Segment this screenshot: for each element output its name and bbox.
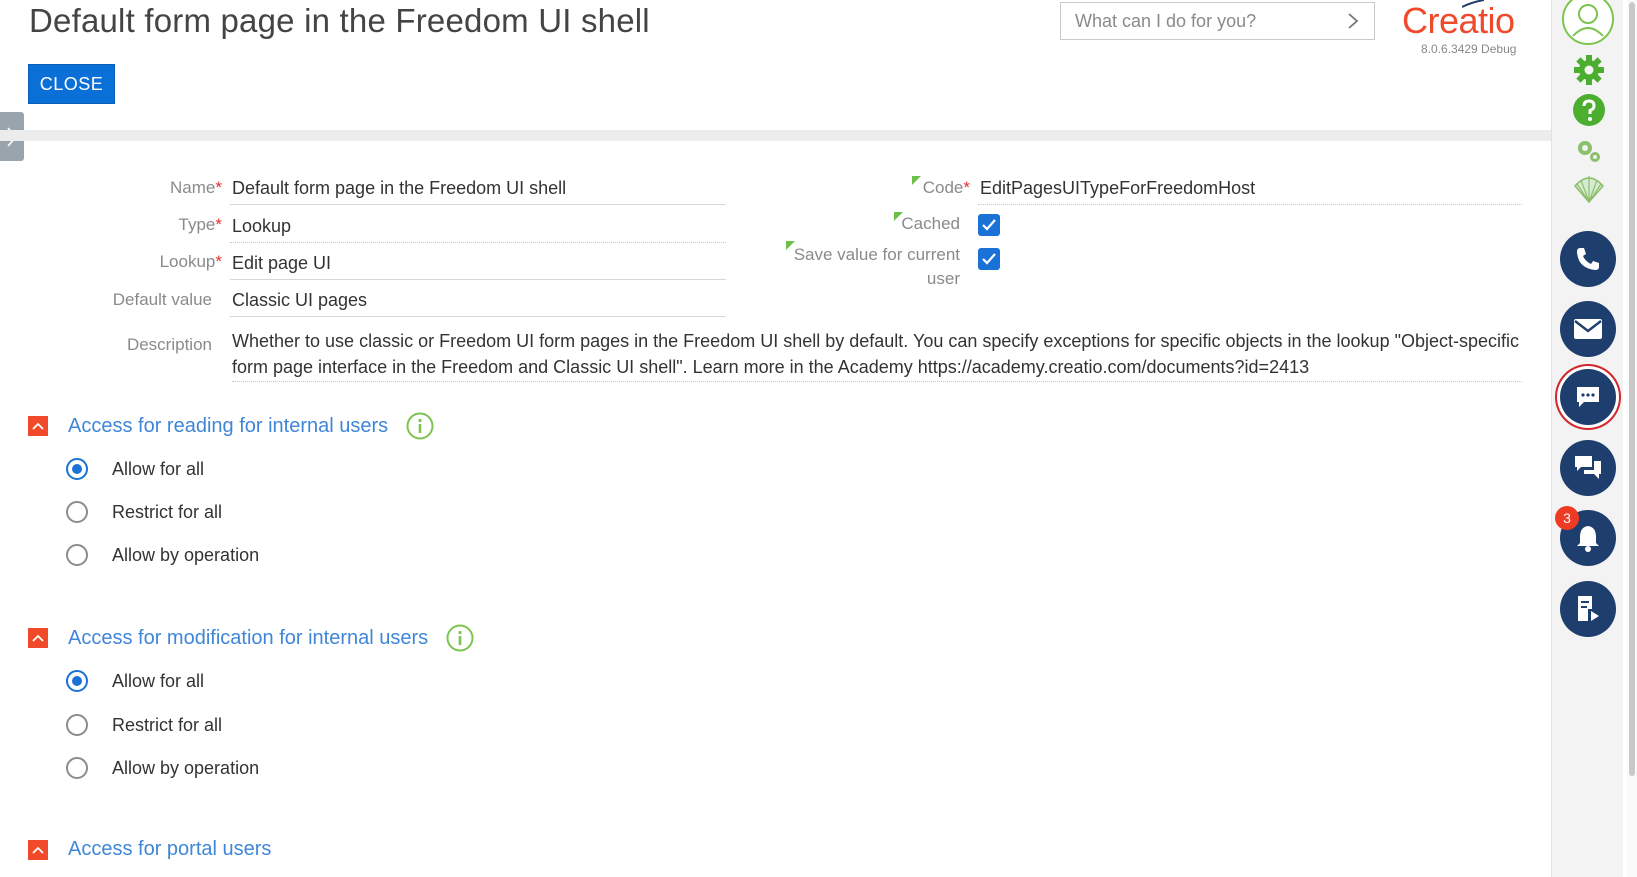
- notification-badge: 3: [1555, 506, 1579, 530]
- lookup-value: Edit page UI: [232, 253, 332, 273]
- chevron-up-icon: [32, 422, 44, 430]
- code-label: Code*: [922, 178, 970, 197]
- header-divider: [0, 130, 1551, 141]
- version-label: 8.0.6.3429 Debug: [1421, 42, 1517, 56]
- bell-icon: [1577, 526, 1599, 552]
- chat-button[interactable]: [1560, 369, 1616, 425]
- close-button[interactable]: CLOSE: [28, 64, 115, 104]
- radio-restrict-for-all[interactable]: Restrict for all: [66, 501, 222, 523]
- command-search[interactable]: [1060, 2, 1375, 40]
- default-value-field[interactable]: Classic UI pages: [230, 284, 726, 317]
- phone-icon: [1577, 248, 1599, 270]
- collapse-toggle[interactable]: [28, 628, 48, 648]
- type-value: Lookup: [232, 216, 292, 236]
- section-modification-internal[interactable]: Access for modification for internal use…: [28, 624, 474, 652]
- radio-allow-for-all[interactable]: Allow for all: [66, 670, 204, 692]
- default-value-label: Default value: [112, 290, 212, 309]
- section-title[interactable]: Access for reading for internal users: [68, 415, 388, 438]
- radio-allow-by-operation[interactable]: Allow by operation: [66, 757, 259, 779]
- code-value: EditPagesUITypeForFreedomHost: [980, 178, 1256, 198]
- chevron-up-icon: [32, 846, 44, 854]
- chat-icon: [1577, 387, 1599, 407]
- section-title[interactable]: Access for modification for internal use…: [68, 627, 428, 650]
- type-field[interactable]: Lookup: [230, 210, 726, 243]
- chevron-up-icon: [32, 634, 44, 642]
- radio-button[interactable]: [66, 501, 88, 523]
- page-title: Default form page in the Freedom UI shel…: [29, 2, 650, 39]
- email-button[interactable]: [1560, 301, 1616, 357]
- radio-button[interactable]: [66, 670, 88, 692]
- collapse-toggle[interactable]: [28, 839, 48, 860]
- radio-button[interactable]: [66, 458, 88, 480]
- name-value: Default form page in the Freedom UI shel…: [232, 178, 567, 198]
- help-icon[interactable]: [1572, 93, 1606, 127]
- main-panel: Default form page in the Freedom UI shel…: [0, 0, 1551, 877]
- radio-allow-by-operation[interactable]: Allow by operation: [66, 544, 259, 566]
- shell-icon[interactable]: [1572, 172, 1606, 204]
- system-settings-icon[interactable]: [1574, 136, 1604, 166]
- process-button[interactable]: [1560, 581, 1616, 637]
- search-input[interactable]: [1075, 10, 1345, 32]
- creatio-logo: Creatio: [1402, 0, 1515, 41]
- phone-button[interactable]: [1560, 231, 1616, 287]
- info-icon[interactable]: [406, 412, 434, 440]
- cached-checkbox[interactable]: [978, 214, 1000, 236]
- name-label: Name*: [170, 178, 222, 197]
- cached-label: Cached: [901, 214, 960, 233]
- feed-icon: [1575, 456, 1601, 479]
- logo-swoosh-icon: [1462, 0, 1484, 8]
- right-rail: 3: [1551, 0, 1623, 877]
- radio-allow-for-all[interactable]: Allow for all: [66, 458, 204, 480]
- page: Default form page in the Freedom UI shel…: [0, 0, 1637, 877]
- radio-button[interactable]: [66, 757, 88, 779]
- email-icon: [1574, 319, 1602, 339]
- section-title[interactable]: Access for portal users: [68, 838, 271, 861]
- type-label: Type*: [178, 215, 222, 234]
- name-field[interactable]: Default form page in the Freedom UI shel…: [230, 172, 726, 205]
- feed-button[interactable]: [1560, 440, 1616, 496]
- chevron-right-icon[interactable]: [1344, 11, 1362, 31]
- lookup-field[interactable]: Edit page UI: [230, 247, 726, 280]
- save-value-label: Save value for current user: [793, 245, 960, 288]
- checkmark-icon: [982, 219, 996, 231]
- info-icon[interactable]: [446, 624, 474, 652]
- profile-icon[interactable]: [1561, 0, 1615, 46]
- process-icon: [1578, 596, 1599, 621]
- section-portal-users[interactable]: Access for portal users: [28, 838, 271, 861]
- checkmark-icon: [982, 253, 996, 265]
- code-field[interactable]: EditPagesUITypeForFreedomHost: [978, 172, 1522, 205]
- radio-button[interactable]: [66, 544, 88, 566]
- save-value-checkbox[interactable]: [978, 248, 1000, 270]
- radio-button[interactable]: [66, 714, 88, 736]
- default-value-value: Classic UI pages: [232, 290, 368, 310]
- collapse-toggle[interactable]: [28, 416, 48, 436]
- description-label: Description: [126, 335, 212, 354]
- lookup-label: Lookup*: [159, 252, 222, 271]
- scrollbar-thumb[interactable]: [1629, 2, 1635, 776]
- gear-icon[interactable]: [1572, 53, 1606, 87]
- radio-restrict-for-all[interactable]: Restrict for all: [66, 714, 222, 736]
- description-field[interactable]: Whether to use classic or Freedom UI for…: [232, 328, 1522, 382]
- section-reading-internal[interactable]: Access for reading for internal users: [28, 412, 434, 440]
